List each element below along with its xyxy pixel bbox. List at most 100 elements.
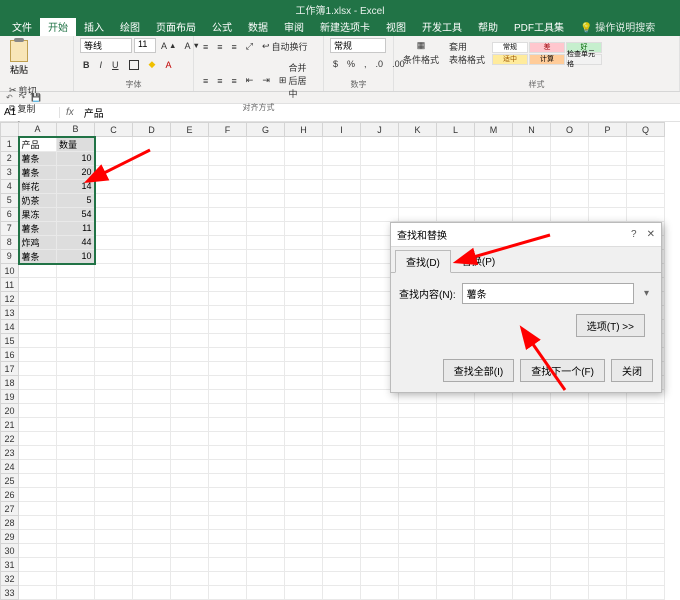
cell[interactable] <box>133 362 171 376</box>
cell[interactable] <box>589 404 627 418</box>
cell[interactable] <box>133 320 171 334</box>
tab-view[interactable]: 视图 <box>378 17 414 36</box>
inc-decimal-button[interactable]: .0 <box>373 57 387 71</box>
cell[interactable] <box>551 502 589 516</box>
cell[interactable] <box>323 292 361 306</box>
cell[interactable] <box>171 544 209 558</box>
row-header[interactable]: 8 <box>1 235 19 249</box>
cell[interactable] <box>19 544 57 558</box>
cell[interactable] <box>589 446 627 460</box>
cell[interactable]: 14 <box>57 179 95 193</box>
cell[interactable] <box>399 404 437 418</box>
wrap-text-button[interactable]: ↩ 自动换行 <box>259 38 311 55</box>
cell[interactable] <box>209 348 247 362</box>
cell[interactable] <box>285 292 323 306</box>
cell[interactable] <box>57 362 95 376</box>
cell[interactable] <box>171 530 209 544</box>
cell[interactable] <box>437 418 475 432</box>
cell[interactable] <box>209 530 247 544</box>
cell[interactable] <box>513 516 551 530</box>
cell[interactable] <box>475 474 513 488</box>
row-header[interactable]: 31 <box>1 558 19 572</box>
cell[interactable] <box>95 446 133 460</box>
col-header-B[interactable]: B <box>57 123 95 137</box>
cell[interactable] <box>95 530 133 544</box>
style-calc[interactable]: 计算 <box>529 54 565 65</box>
comma-button[interactable]: , <box>361 57 370 71</box>
cell[interactable] <box>57 348 95 362</box>
cell[interactable] <box>247 502 285 516</box>
cell[interactable] <box>209 362 247 376</box>
cell[interactable] <box>209 278 247 292</box>
cell[interactable] <box>475 193 513 207</box>
cell[interactable] <box>399 530 437 544</box>
tab-pdf[interactable]: PDF工具集 <box>506 17 572 36</box>
currency-button[interactable]: $ <box>330 57 341 71</box>
cell[interactable] <box>209 193 247 207</box>
cell[interactable] <box>133 418 171 432</box>
cell[interactable] <box>627 586 665 600</box>
cell[interactable] <box>513 530 551 544</box>
cell[interactable] <box>171 446 209 460</box>
cell[interactable] <box>399 446 437 460</box>
save-icon[interactable]: 💾 <box>31 93 41 102</box>
cell[interactable] <box>361 572 399 586</box>
cell[interactable] <box>171 362 209 376</box>
cell[interactable] <box>323 488 361 502</box>
tab-developer[interactable]: 开发工具 <box>414 17 470 36</box>
cell[interactable] <box>95 362 133 376</box>
cell[interactable] <box>57 306 95 320</box>
cell[interactable] <box>285 544 323 558</box>
cell[interactable] <box>209 390 247 404</box>
cell[interactable] <box>133 446 171 460</box>
cell[interactable] <box>551 530 589 544</box>
cell[interactable] <box>323 572 361 586</box>
cell[interactable] <box>627 151 665 165</box>
cell[interactable] <box>95 432 133 446</box>
cell[interactable] <box>133 278 171 292</box>
cell[interactable] <box>95 207 133 221</box>
cell[interactable] <box>171 460 209 474</box>
format-as-table-button[interactable]: 套用 表格格式 <box>446 38 488 68</box>
cell[interactable] <box>95 151 133 165</box>
cell[interactable] <box>399 502 437 516</box>
cell[interactable] <box>285 362 323 376</box>
cell[interactable] <box>95 502 133 516</box>
cell[interactable] <box>133 586 171 600</box>
cell[interactable] <box>323 502 361 516</box>
cell[interactable] <box>323 418 361 432</box>
cell[interactable] <box>95 179 133 193</box>
fill-color-button[interactable]: ◆ <box>146 57 159 72</box>
cell[interactable] <box>513 572 551 586</box>
tab-layout[interactable]: 页面布局 <box>148 17 204 36</box>
cell[interactable] <box>475 137 513 152</box>
cell[interactable] <box>247 151 285 165</box>
cell[interactable] <box>475 558 513 572</box>
cell[interactable] <box>323 404 361 418</box>
cell[interactable] <box>589 572 627 586</box>
cell[interactable] <box>627 530 665 544</box>
cell[interactable] <box>285 264 323 278</box>
cell[interactable] <box>513 165 551 179</box>
tab-draw[interactable]: 绘图 <box>112 17 148 36</box>
row-header[interactable]: 23 <box>1 446 19 460</box>
cell[interactable] <box>247 418 285 432</box>
cell[interactable] <box>589 432 627 446</box>
cell[interactable] <box>285 572 323 586</box>
cell[interactable] <box>171 432 209 446</box>
cell[interactable] <box>551 418 589 432</box>
cell[interactable] <box>437 516 475 530</box>
tab-new[interactable]: 新建选项卡 <box>312 17 378 36</box>
cell[interactable] <box>437 474 475 488</box>
cell[interactable] <box>551 446 589 460</box>
cell[interactable] <box>399 460 437 474</box>
cell[interactable] <box>323 586 361 600</box>
cell[interactable] <box>361 418 399 432</box>
cell[interactable] <box>57 516 95 530</box>
cell[interactable] <box>247 334 285 348</box>
cell[interactable] <box>323 446 361 460</box>
cell[interactable] <box>209 179 247 193</box>
find-all-button[interactable]: 查找全部(I) <box>443 359 514 382</box>
col-header-M[interactable]: M <box>475 123 513 137</box>
cell[interactable] <box>285 460 323 474</box>
